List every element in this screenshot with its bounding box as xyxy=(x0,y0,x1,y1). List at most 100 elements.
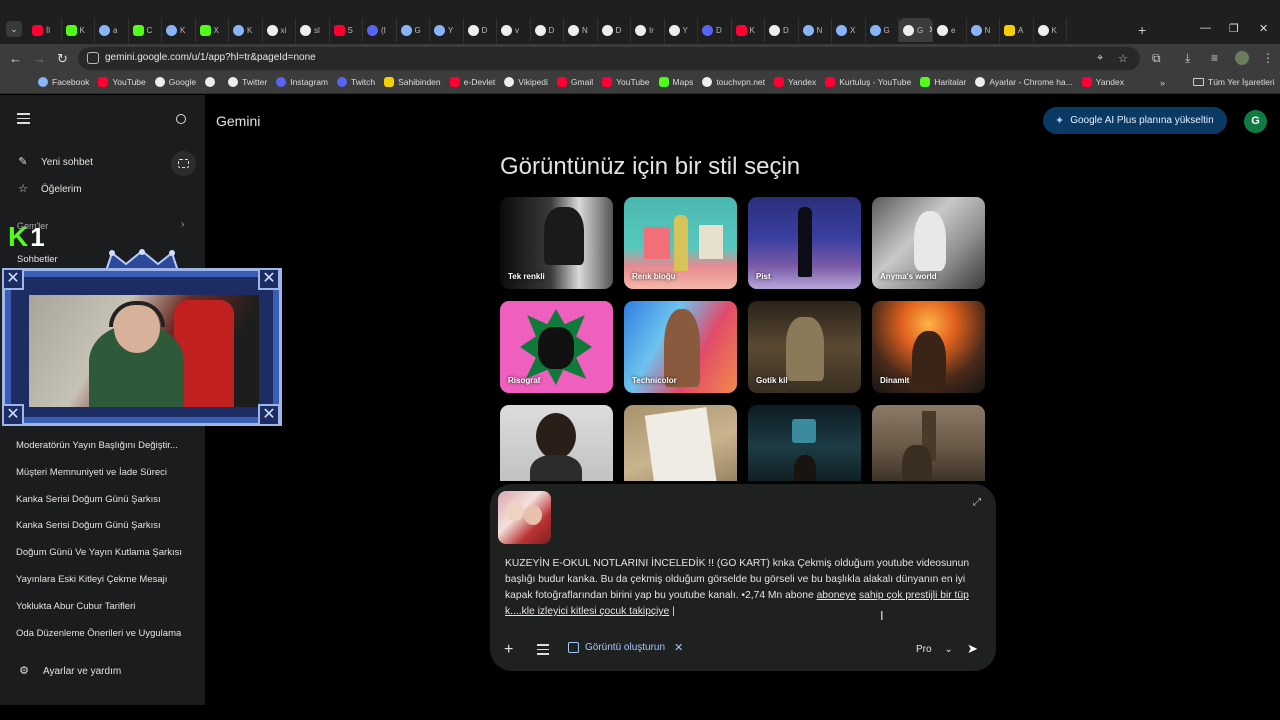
send-button[interactable]: ➤ xyxy=(967,641,978,657)
browser-tab[interactable]: İl xyxy=(28,18,62,42)
browser-profile-avatar[interactable] xyxy=(1235,51,1249,65)
bookmark-item[interactable]: Twitter xyxy=(228,77,267,87)
temporary-chat-button[interactable] xyxy=(171,151,196,176)
bookmark-item[interactable]: Maps xyxy=(658,77,693,87)
close-window-button[interactable]: ✕ xyxy=(1259,22,1268,35)
browser-tab[interactable]: K xyxy=(62,18,95,42)
style-card-technicolor[interactable]: Technicolor xyxy=(624,301,737,393)
browser-tab[interactable]: D xyxy=(531,18,564,42)
browser-tab[interactable]: C xyxy=(129,18,162,42)
browser-tab[interactable]: G xyxy=(866,18,899,42)
media-controls-icon[interactable]: ≡ xyxy=(1211,51,1218,65)
browser-tab[interactable]: D xyxy=(698,18,732,42)
bookmark-item[interactable]: YouTube xyxy=(602,77,650,87)
browser-tab[interactable]: N xyxy=(799,18,832,42)
site-info-icon[interactable] xyxy=(87,52,99,64)
style-card[interactable] xyxy=(748,405,861,481)
download-icon[interactable]: ⤓ xyxy=(1185,51,1190,66)
more-bookmarks-icon[interactable]: » xyxy=(1160,78,1165,88)
minimize-button[interactable]: — xyxy=(1200,22,1211,34)
expand-icon[interactable]: ⤢ xyxy=(973,497,981,508)
new-tab-button[interactable]: + xyxy=(1138,22,1146,38)
bookmark-item[interactable]: Yandex xyxy=(1081,77,1124,87)
bookmark-item[interactable]: Gmail xyxy=(556,77,593,87)
chat-item[interactable]: Oda Düzenleme Önerileri ve Uygulama xyxy=(16,628,182,655)
app-title[interactable]: Gemini xyxy=(216,113,260,129)
bookmark-item[interactable]: touchvpn.net xyxy=(702,77,765,87)
reload-button[interactable]: ↻ xyxy=(57,51,68,67)
browser-tab[interactable]: S xyxy=(330,18,363,42)
browser-tab[interactable]: K xyxy=(229,18,263,42)
back-button[interactable]: ← xyxy=(9,51,22,66)
chat-item[interactable]: Kanka Serisi Doğum Günü Şarkısı xyxy=(16,494,182,521)
bookmark-item[interactable]: Twitch xyxy=(337,77,375,87)
extensions-icon[interactable]: ⧉ xyxy=(1152,51,1161,66)
bookmark-star-icon[interactable]: ☆ xyxy=(1118,52,1128,65)
style-card[interactable] xyxy=(872,405,985,481)
browser-tab[interactable]: (I xyxy=(363,18,397,42)
browser-tab[interactable]: sl xyxy=(296,18,330,42)
browser-tab[interactable]: e xyxy=(933,18,967,42)
browser-tab[interactable]: N xyxy=(967,18,1000,42)
browser-tab[interactable]: N xyxy=(564,18,598,42)
browser-menu-icon[interactable]: ⋮ xyxy=(1262,51,1274,65)
all-bookmarks-folder[interactable]: Tüm Yer İşaretleri xyxy=(1193,77,1275,87)
new-chat-button[interactable]: ✎ Yeni sohbet xyxy=(17,156,93,168)
bookmark-item[interactable]: e-Devlet xyxy=(449,77,495,87)
chat-item[interactable]: Doğum Günü Ve Yayın Kutlama Şarkısı xyxy=(16,547,182,574)
browser-tab[interactable]: G xyxy=(397,18,430,42)
remove-chip-icon[interactable]: ✕ xyxy=(674,641,683,654)
browser-tab[interactable]: K xyxy=(1034,18,1067,42)
bookmark-item[interactable]: Facebook xyxy=(38,77,89,87)
browser-tab[interactable]: D xyxy=(765,18,799,42)
bookmark-item[interactable]: Haritalar xyxy=(920,77,966,87)
settings-help-button[interactable]: ⚙ Ayarlar ve yardım xyxy=(18,665,121,677)
search-icon[interactable] xyxy=(176,114,186,124)
my-items-button[interactable]: ☆ Öğelerim xyxy=(17,183,82,195)
bookmark-item[interactable]: Kurtuluş - YouTube xyxy=(825,77,911,87)
upgrade-button[interactable]: ✦ Google AI Plus planına yükseltin xyxy=(1043,107,1227,134)
browser-tab[interactable]: Ir xyxy=(631,18,665,42)
browser-tab[interactable]: X xyxy=(196,18,229,42)
browser-tab[interactable]: K xyxy=(162,18,196,42)
location-icon[interactable]: ⌖ xyxy=(1097,52,1103,65)
address-bar[interactable]: gemini.google.com/u/1/app?hl=tr&pageId=n… xyxy=(78,47,1140,70)
bookmark-item[interactable]: Ayarlar - Chrome ha... xyxy=(975,77,1073,87)
chat-item[interactable]: Müşteri Memnuniyeti ve İade Süreci xyxy=(16,467,182,494)
browser-tab[interactable]: A xyxy=(1000,18,1034,42)
style-card-dynamite[interactable]: Dinamit xyxy=(872,301,985,393)
bookmark-item[interactable]: Google xyxy=(154,77,196,87)
bookmark-item[interactable]: Instagram xyxy=(276,77,328,87)
bookmark-item[interactable]: Vikipedi xyxy=(504,77,548,87)
style-card-runway[interactable]: Pist xyxy=(748,197,861,289)
browser-tab[interactable]: Y xyxy=(665,18,698,42)
browser-tab[interactable]: xi xyxy=(263,18,296,42)
browser-tab[interactable]: X xyxy=(832,18,866,42)
create-image-tool-chip[interactable]: Görüntü oluşturun ✕ xyxy=(568,641,683,654)
add-attachment-button[interactable]: + xyxy=(504,641,513,659)
bookmark-item[interactable]: Yandex xyxy=(774,77,816,87)
chat-item[interactable]: Yayınlara Eski Kitleyi Çekme Mesajı xyxy=(16,574,182,601)
browser-tab-active[interactable]: G✕ xyxy=(899,18,933,42)
browser-tab[interactable]: D xyxy=(598,18,631,42)
chat-item[interactable]: Moderatörün Yayın Başlığını Değiştir... xyxy=(16,440,182,467)
tab-search-button[interactable]: ⌄ xyxy=(6,21,22,37)
bookmark-item[interactable]: Sahibinden xyxy=(384,77,441,87)
browser-tab[interactable]: D xyxy=(464,18,497,42)
restore-button[interactable]: ❐ xyxy=(1229,22,1239,35)
style-card-monochrome[interactable]: Tek renkli xyxy=(500,197,613,289)
menu-icon[interactable] xyxy=(17,113,30,127)
bookmark-item[interactable]: YouTube xyxy=(98,77,146,87)
style-card[interactable] xyxy=(624,405,737,481)
browser-tab[interactable]: a xyxy=(95,18,129,42)
style-card-gothic-clay[interactable]: Gotik kil xyxy=(748,301,861,393)
chevron-right-icon[interactable]: › xyxy=(181,219,184,230)
browser-tab[interactable]: Y xyxy=(430,18,464,42)
prompt-input[interactable]: KUZEYİN E-OKUL NOTLARINI İNCELEDİK !! (G… xyxy=(505,556,975,620)
style-card-color-block[interactable]: Renk bloğu xyxy=(624,197,737,289)
style-card-risograph[interactable]: Risograf xyxy=(500,301,613,393)
chat-item[interactable]: Yoklukta Abur Cubur Tarifleri xyxy=(16,601,182,628)
attached-image-thumbnail[interactable] xyxy=(498,491,551,544)
model-selector[interactable]: Pro ⌄ xyxy=(916,644,953,655)
forward-button[interactable]: → xyxy=(33,51,46,66)
